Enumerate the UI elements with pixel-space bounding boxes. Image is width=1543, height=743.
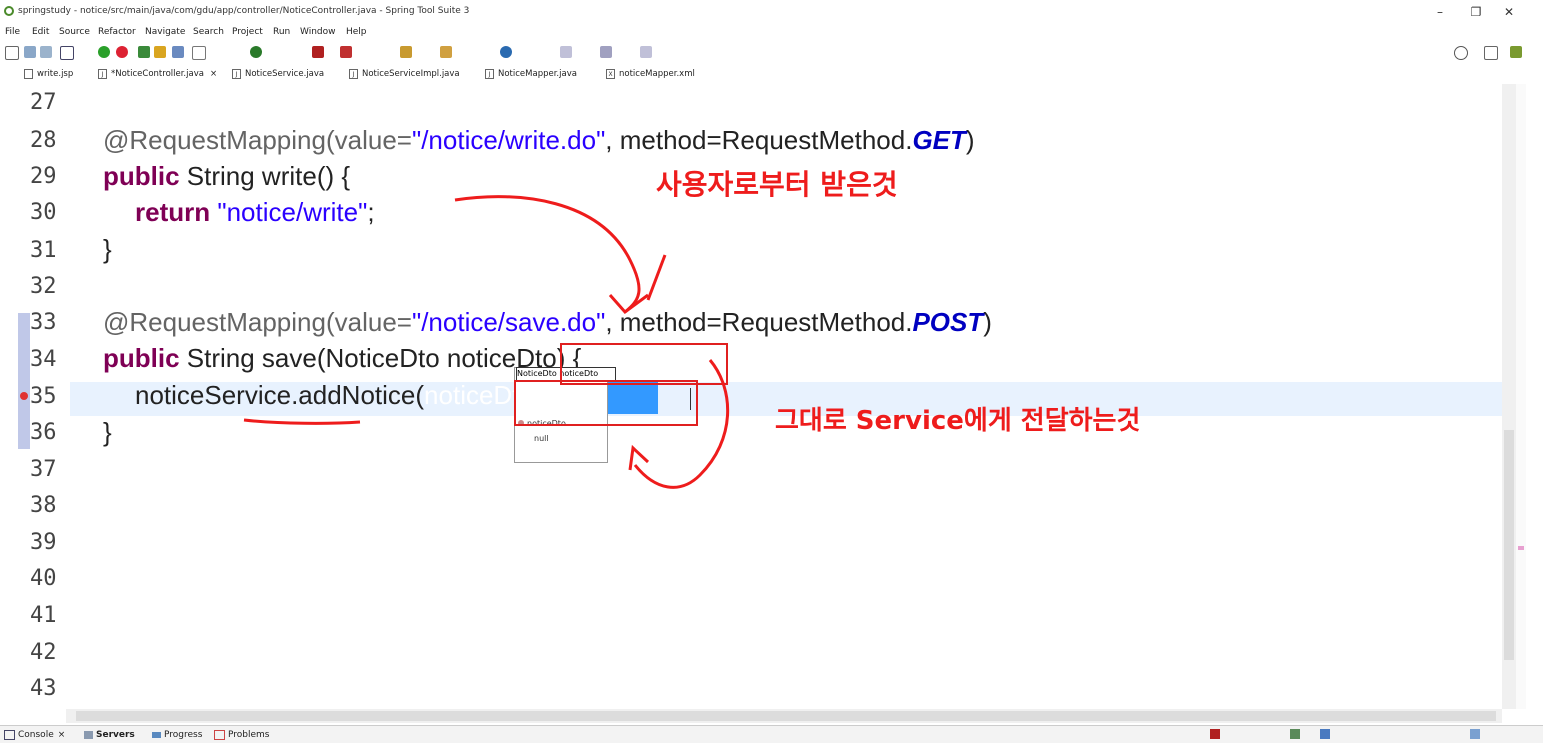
tab-label: Problems: [228, 730, 270, 740]
servers-icon: [84, 731, 93, 739]
arrow-head-top: [608, 293, 649, 315]
tab-label: Console: [18, 730, 54, 740]
horizontal-scroll-thumb[interactable]: [76, 711, 1496, 721]
arrow-curve-bottom: [633, 359, 730, 489]
tab-label: Progress: [164, 730, 203, 740]
arrow-head-bottom: [628, 444, 650, 471]
overview-marker: [1518, 546, 1524, 550]
tab-problems[interactable]: Problems: [214, 730, 269, 740]
console-icon: [4, 730, 15, 740]
vertical-scroll-thumb[interactable]: [1504, 430, 1514, 660]
arrow-tail-stroke: [646, 254, 667, 301]
overview-ruler: [1516, 84, 1526, 709]
underline-stroke: [243, 418, 361, 425]
stop-server-icon[interactable]: [1210, 729, 1220, 739]
publish-icon[interactable]: [1320, 729, 1330, 739]
tab-progress[interactable]: Progress: [152, 730, 202, 740]
view-menu-icon[interactable]: [1470, 729, 1480, 739]
handwritten-arrows: [243, 195, 730, 489]
tab-label: Servers: [96, 730, 135, 740]
tab-servers[interactable]: Servers: [84, 730, 135, 740]
close-icon[interactable]: ×: [58, 730, 66, 740]
annotation-pass-to-service: 그대로 Service에게 전달하는것: [775, 406, 1141, 436]
start-server-icon[interactable]: [1290, 729, 1300, 739]
progress-icon: [152, 732, 161, 738]
tab-console[interactable]: Console ×: [4, 730, 65, 740]
annotation-from-user: 사용자로부터 받은것: [656, 168, 898, 201]
problems-icon: [214, 730, 225, 740]
